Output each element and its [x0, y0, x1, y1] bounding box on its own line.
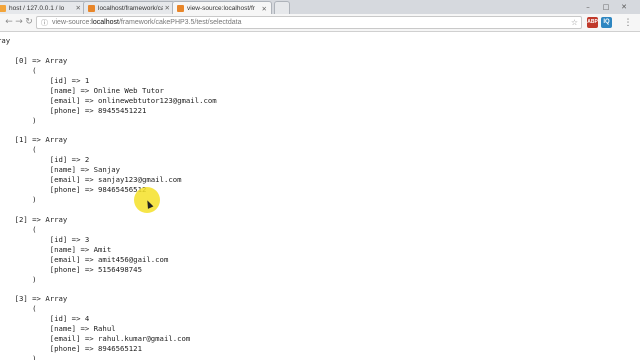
source-line: ray	[0, 36, 11, 45]
source-line	[0, 46, 217, 56]
new-tab-button[interactable]	[274, 1, 290, 14]
source-code: ray [0] => Array ( [id] => 1 [name] => O…	[0, 36, 217, 360]
phpmyadmin-icon	[0, 4, 6, 12]
source-line: )	[0, 115, 37, 125]
address-bar[interactable]: ⓘ view-source:localhost/framework/cakePH…	[36, 16, 582, 29]
tab-strip: host / 127.0.0.1 / lo ✕ localhost/framew…	[0, 0, 640, 15]
source-line: [id] => 3	[0, 234, 90, 244]
tab-phpmyadmin[interactable]: host / 127.0.0.1 / lo ✕	[0, 1, 86, 14]
source-line: [name] => Online Web Tutor	[0, 85, 164, 95]
source-line: [email] => onlinewebtutor123@gmail.com	[0, 95, 217, 105]
source-line: )	[0, 274, 37, 284]
tab-view-source[interactable]: view-source:localhost/fr ✕	[172, 1, 272, 15]
menu-icon[interactable]: ⋮	[622, 17, 634, 29]
source-line: (	[0, 65, 37, 75]
source-line: (	[0, 304, 37, 314]
page-content: ray [0] => Array ( [id] => 1 [name] => O…	[0, 32, 640, 360]
maximize-icon[interactable]: □	[602, 3, 610, 11]
source-line	[0, 284, 217, 294]
source-line: [name] => Sanjay	[0, 165, 121, 175]
source-line: (	[0, 224, 37, 234]
close-window-icon[interactable]: ✕	[620, 3, 628, 11]
source-line: [0] => Array	[0, 55, 68, 65]
tab-framework[interactable]: localhost/framework/ca ✕	[83, 1, 175, 14]
iq-extension-icon[interactable]: IQ	[601, 17, 612, 28]
source-line: [1] => Array	[0, 135, 68, 145]
source-line	[0, 125, 217, 135]
close-icon[interactable]: ✕	[76, 4, 81, 12]
source-line: [phone] => 98465456512	[0, 185, 147, 195]
close-icon[interactable]: ✕	[165, 4, 170, 12]
reload-icon[interactable]: ↻	[23, 16, 35, 28]
source-line: [2] => Array	[0, 214, 68, 224]
page-icon	[88, 4, 95, 12]
source-line: [id] => 4	[0, 314, 90, 324]
page-icon	[177, 5, 184, 12]
source-line: [name] => Rahul	[0, 324, 116, 334]
tab-title: localhost/framework/ca	[98, 4, 163, 12]
address-url: view-source:localhost/framework/cakePHP3…	[52, 19, 242, 26]
source-line: (	[0, 145, 37, 155]
info-icon[interactable]: ⓘ	[41, 18, 48, 28]
source-line: [email] => sanjay123@gmail.com	[0, 175, 182, 185]
source-line: )	[0, 354, 37, 360]
source-line: [phone] => 89455451221	[0, 105, 147, 115]
source-line: )	[0, 195, 37, 204]
source-line: [3] => Array	[0, 294, 68, 304]
source-line: [email] => rahul.kumar@gmail.com	[0, 334, 191, 344]
adblock-extension-icon[interactable]: ABP	[587, 17, 598, 28]
source-line	[0, 205, 217, 215]
tab-title: host / 127.0.0.1 / lo	[9, 4, 65, 12]
bookmark-star-icon[interactable]: ☆	[571, 17, 578, 28]
close-icon[interactable]: ✕	[262, 5, 267, 13]
source-line: [name] => Amit	[0, 244, 112, 254]
source-line: [id] => 1	[0, 75, 90, 85]
source-line: [phone] => 5156498745	[0, 264, 142, 274]
minimize-icon[interactable]: –	[584, 3, 592, 11]
source-line: [id] => 2	[0, 155, 90, 165]
source-line: [email] => amit456@gail.com	[0, 254, 169, 264]
tab-title: view-source:localhost/fr	[187, 5, 255, 12]
source-line: [phone] => 8946565121	[0, 344, 142, 354]
toolbar: ← → ↻ ⓘ view-source:localhost/framework/…	[0, 14, 640, 32]
